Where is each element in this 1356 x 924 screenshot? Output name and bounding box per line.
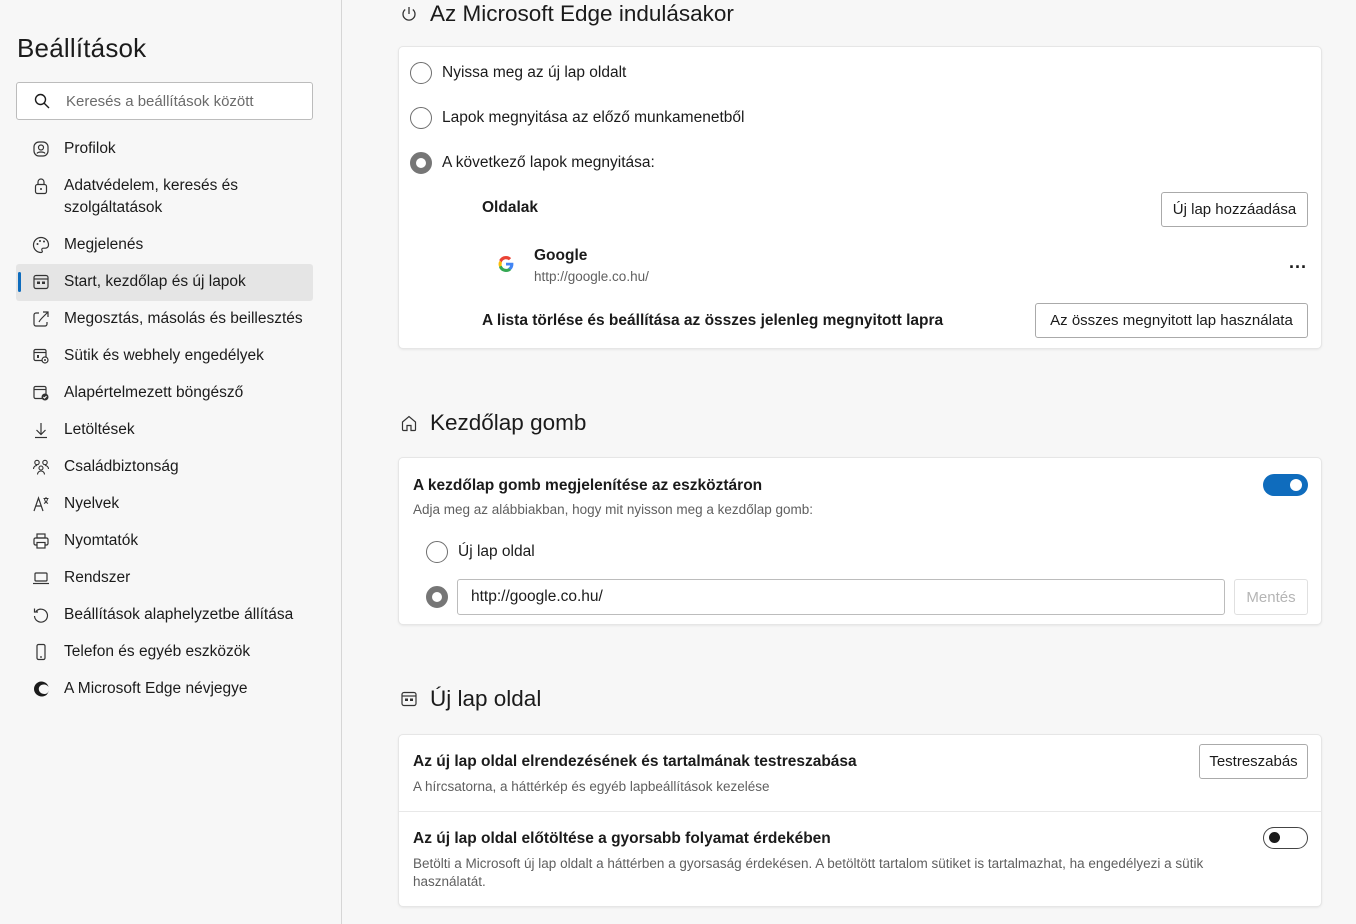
preload-new-tab-label: Az új lap oldal előtöltése a gyorsabb fo… [413, 830, 831, 847]
sidebar-item-privacy[interactable]: Adatvédelem, keresés és szolgáltatások [16, 168, 313, 227]
toggle-knob [1269, 832, 1280, 843]
home-button-card: A kezdőlap gomb megjelenítése az eszközt… [399, 458, 1321, 624]
family-icon [31, 457, 51, 477]
new-tab-section-header: Új lap oldal [399, 686, 541, 712]
settings-search-input[interactable] [66, 92, 286, 110]
sidebar-item-about[interactable]: A Microsoft Edge névjegye [16, 671, 313, 708]
palette-icon [31, 235, 51, 255]
startup-option-label: Nyissa meg az új lap oldalt [442, 64, 627, 81]
radio-previous-session[interactable] [410, 107, 432, 129]
sidebar-item-label: Nyelvek [64, 495, 120, 512]
sidebar-item-label: Adatvédelem, keresés és szolgáltatások [64, 177, 239, 216]
sidebar-item-family[interactable]: Családbiztonság [16, 449, 313, 486]
share-icon [31, 309, 51, 329]
new-tab-section-title: Új lap oldal [430, 686, 542, 711]
startup-card: Nyissa meg az új lap oldalt Lapok megnyi… [399, 47, 1321, 348]
preload-new-tab-toggle[interactable] [1263, 827, 1308, 849]
profile-icon [31, 139, 51, 159]
use-all-tabs-label: A lista törlése és beállítása az összes … [482, 312, 944, 329]
sidebar-item-cookies[interactable]: Sütik és webhely engedélyek [16, 338, 313, 375]
sidebar-item-system[interactable]: Rendszer [16, 560, 313, 597]
download-icon [31, 420, 51, 440]
printer-icon [31, 531, 51, 551]
home-button-section-header: Kezdőlap gomb [399, 410, 586, 436]
sidebar-item-label: Profilok [64, 140, 116, 157]
power-icon [399, 4, 419, 24]
startup-option-specific-pages[interactable]: A következő lapok megnyitása: [410, 152, 655, 174]
radio-new-tab[interactable] [410, 62, 432, 84]
sidebar-item-profiles[interactable]: Profilok [16, 131, 313, 168]
sidebar-item-label: Megosztás, másolás és beillesztés [64, 310, 303, 327]
sidebar-item-appearance[interactable]: Megjelenés [16, 227, 313, 264]
use-all-open-tabs-button[interactable]: Az összes megnyitott lap használata [1035, 303, 1308, 338]
sidebar-item-printers[interactable]: Nyomtatók [16, 523, 313, 560]
page-entry-more-button[interactable]: ... [1289, 252, 1307, 273]
sidebar-item-reset[interactable]: Beállítások alaphelyzetbe állítása [16, 597, 313, 634]
customize-new-tab-desc: A hírcsatorna, a háttérkép és egyéb lapb… [413, 779, 770, 794]
google-favicon-icon [498, 256, 514, 277]
site-permissions-icon [31, 346, 51, 366]
home-button-section-title: Kezdőlap gomb [430, 410, 587, 435]
sidebar-item-label: Nyomtatók [64, 532, 139, 549]
show-home-button-toggle[interactable] [1263, 474, 1308, 496]
sidebar-item-label: Start, kezdőlap és új lapok [64, 273, 246, 290]
new-tab-card: Az új lap oldal elrendezésének és tartal… [399, 735, 1321, 906]
edge-logo-icon [31, 679, 51, 699]
laptop-icon [31, 568, 51, 588]
sidebar-item-languages[interactable]: Nyelvek [16, 486, 313, 523]
card-divider [399, 811, 1321, 812]
sidebar-item-label: Beállítások alaphelyzetbe állítása [64, 606, 294, 623]
startup-option-label: Lapok megnyitása az előző munkamenetből [442, 109, 745, 126]
sidebar-item-label: Alapértelmezett böngésző [64, 384, 244, 401]
toggle-knob [1290, 479, 1302, 491]
sidebar-item-downloads[interactable]: Letöltések [16, 412, 313, 449]
startup-section-header: Az Microsoft Edge indulásakor [399, 1, 734, 27]
sidebar-item-label: Rendszer [64, 569, 131, 586]
language-icon [31, 494, 51, 514]
pages-label: Oldalak [482, 199, 538, 216]
sidebar-item-default-browser[interactable]: Alapértelmezett böngésző [16, 375, 313, 412]
search-icon [34, 93, 50, 109]
sidebar-item-label: Családbiztonság [64, 458, 179, 475]
settings-nav: Profilok Adatvédelem, keresés és szolgál… [16, 131, 313, 708]
sidebar-item-label: Letöltések [64, 421, 135, 438]
customize-new-tab-label: Az új lap oldal elrendezésének és tartal… [413, 753, 857, 770]
settings-sidebar: Beállítások Profilok Adatvédelem, keresé… [0, 0, 342, 924]
preload-new-tab-desc: Betölti a Microsoft új lap oldalt a hátt… [413, 856, 1204, 889]
startup-option-previous-session[interactable]: Lapok megnyitása az előző munkamenetből [410, 107, 744, 129]
sidebar-item-start-home-newtab[interactable]: Start, kezdőlap és új lapok [16, 264, 313, 301]
radio-specific-pages[interactable] [410, 152, 432, 174]
home-url-input[interactable] [457, 579, 1225, 615]
startup-option-label: A következő lapok megnyitása: [442, 154, 655, 171]
sidebar-item-label: Megjelenés [64, 236, 144, 253]
startup-section-title: Az Microsoft Edge indulásakor [430, 1, 734, 26]
lock-icon [31, 176, 51, 196]
show-home-button-desc: Adja meg az alábbiakban, hogy mit nyisso… [413, 502, 813, 517]
radio-home-new-tab[interactable] [426, 541, 448, 563]
home-option-label: Új lap oldal [458, 543, 535, 560]
start-page-icon [31, 272, 51, 292]
phone-icon [31, 642, 51, 662]
default-browser-icon [31, 383, 51, 403]
sidebar-title: Beállítások [17, 33, 147, 63]
settings-main: Az Microsoft Edge indulásakor Nyissa meg… [343, 0, 1356, 924]
show-home-button-label: A kezdőlap gomb megjelenítése az eszközt… [413, 477, 763, 494]
save-home-url-button[interactable]: Mentés [1234, 579, 1308, 615]
settings-search-box[interactable] [16, 82, 313, 120]
sidebar-item-label: Sütik és webhely engedélyek [64, 347, 264, 364]
sidebar-item-label: A Microsoft Edge névjegye [64, 680, 248, 697]
startup-option-new-tab[interactable]: Nyissa meg az új lap oldalt [410, 62, 626, 84]
add-new-page-button[interactable]: Új lap hozzáadása [1161, 192, 1308, 227]
page-entry-url: http://google.co.hu/ [534, 269, 649, 284]
reset-icon [31, 605, 51, 625]
page-entry-name: Google [534, 247, 588, 264]
sidebar-item-share[interactable]: Megosztás, másolás és beillesztés [16, 301, 313, 338]
radio-home-custom-url[interactable] [426, 586, 448, 608]
sidebar-item-label: Telefon és egyéb eszközök [64, 643, 251, 660]
home-icon [399, 413, 419, 433]
home-option-new-tab[interactable]: Új lap oldal [426, 541, 535, 563]
sidebar-item-phone[interactable]: Telefon és egyéb eszközök [16, 634, 313, 671]
new-tab-page-icon [399, 689, 419, 709]
customize-button[interactable]: Testreszabás [1199, 744, 1308, 779]
